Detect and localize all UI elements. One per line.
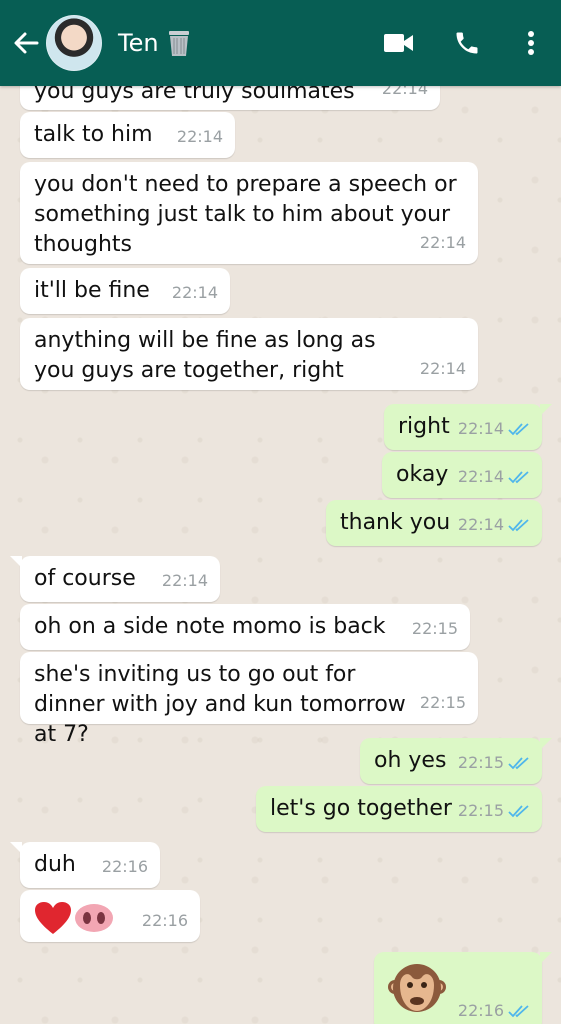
read-receipt-icon <box>508 805 529 818</box>
message-bubble-incoming[interactable]: she's inviting us to go out for dinner w… <box>20 652 478 747</box>
message-time: 22:16 <box>141 911 188 930</box>
message-bubble-incoming[interactable]: 22:16 <box>20 890 200 942</box>
message-text: you don't need to prepare a speech or so… <box>34 172 464 257</box>
phone-icon <box>456 32 478 54</box>
video-call-icon <box>384 34 413 52</box>
contact-avatar[interactable] <box>46 15 102 71</box>
message-bubble-incoming[interactable]: duh 22:16 <box>10 842 160 888</box>
message-bubble-incoming[interactable]: you don't need to prepare a speech or so… <box>20 162 478 264</box>
message-list[interactable]: you guys are truly soulmates 22:14 talk … <box>0 86 561 1024</box>
contact-name: Ten <box>118 29 159 57</box>
message-time: 22:14 <box>381 86 428 98</box>
read-receipt-icon <box>508 519 529 532</box>
read-receipt-icon <box>508 1005 529 1018</box>
message-bubble-incoming[interactable]: you guys are truly soulmates 22:14 <box>20 86 440 110</box>
message-bubble-incoming[interactable]: it'll be fine 22:14 <box>20 268 230 314</box>
message-time: 22:14 <box>419 359 466 378</box>
message-time: 22:15 <box>419 693 466 712</box>
red-heart-emoji-icon <box>35 902 71 934</box>
message-text: oh on a side note momo is back <box>34 614 386 639</box>
message-bubble-outgoing[interactable]: oh yes 22:15 <box>360 738 552 784</box>
contact-title[interactable]: Ten <box>118 29 191 57</box>
voice-call-button[interactable] <box>433 0 501 86</box>
more-options-button[interactable] <box>501 0 561 86</box>
video-call-button[interactable] <box>365 0 433 86</box>
message-bubble-outgoing[interactable]: right 22:14 <box>384 404 552 450</box>
chat-header: Ten <box>0 0 561 86</box>
message-status: 22:15 <box>458 796 530 826</box>
message-time: 22:15 <box>457 753 504 772</box>
pig-nose-emoji-icon <box>75 904 113 932</box>
message-time: 22:14 <box>457 515 504 534</box>
more-options-icon <box>528 31 534 55</box>
message-time: 22:14 <box>171 283 218 302</box>
message-time: 22:15 <box>457 801 504 820</box>
message-bubble-incoming[interactable]: talk to him 22:14 <box>20 112 235 158</box>
message-text: she's inviting us to go out for dinner w… <box>34 662 413 747</box>
back-arrow-icon <box>14 32 39 54</box>
message-status: 22:16 <box>458 996 530 1024</box>
monkey-face-emoji-icon <box>388 964 446 1012</box>
message-time: 22:14 <box>457 467 504 486</box>
message-bubble-incoming[interactable]: anything will be fine as long as you guy… <box>20 318 478 390</box>
read-receipt-icon <box>508 471 529 484</box>
message-bubble-incoming[interactable]: of course 22:14 <box>10 556 220 602</box>
message-time: 22:14 <box>161 571 208 590</box>
read-receipt-icon <box>508 423 529 436</box>
message-time: 22:15 <box>411 619 458 638</box>
message-bubble-outgoing[interactable]: okay 22:14 <box>382 452 542 498</box>
message-text: you guys are truly soulmates <box>34 86 355 104</box>
message-bubble-incoming[interactable]: oh on a side note momo is back 22:15 <box>20 604 470 650</box>
message-bubble-outgoing[interactable]: let's go together 22:15 <box>256 786 542 832</box>
message-time: 22:16 <box>101 857 148 876</box>
message-bubble-outgoing[interactable]: 22:16 <box>374 952 552 1024</box>
back-button[interactable] <box>6 0 46 86</box>
message-time: 22:14 <box>419 233 466 252</box>
message-time: 22:14 <box>457 419 504 438</box>
wastebasket-emoji-icon <box>168 31 189 56</box>
message-text: anything will be fine as long as you guy… <box>34 328 383 383</box>
message-time: 22:16 <box>457 1001 504 1020</box>
message-status: 22:14 <box>458 510 530 540</box>
message-status: 22:14 <box>458 462 530 492</box>
read-receipt-icon <box>508 757 529 770</box>
message-bubble-outgoing[interactable]: thank you 22:14 <box>326 500 542 546</box>
message-status: 22:14 <box>458 414 530 444</box>
message-time: 22:14 <box>176 127 223 146</box>
message-status: 22:15 <box>458 748 530 778</box>
